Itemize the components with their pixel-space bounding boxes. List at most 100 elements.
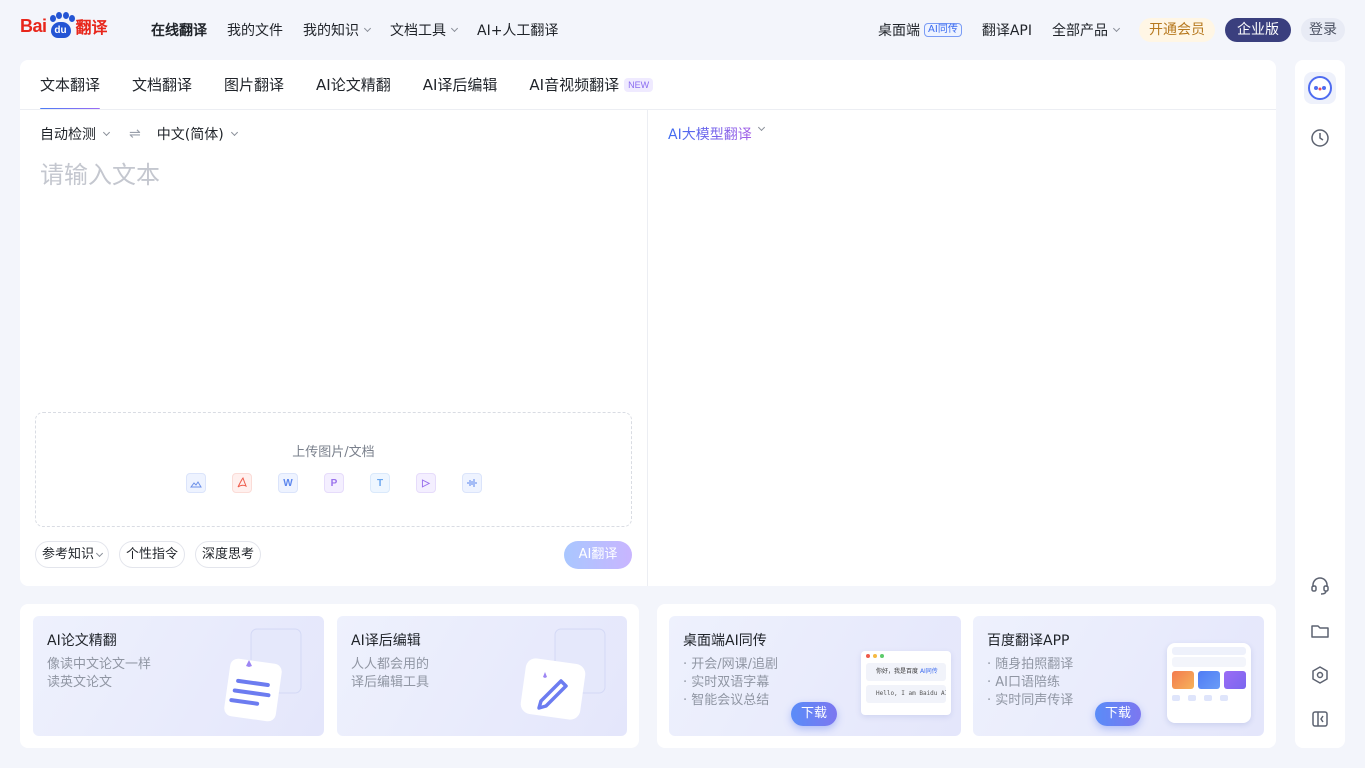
history-button[interactable] bbox=[1304, 122, 1336, 154]
login-button[interactable]: 登录 bbox=[1301, 18, 1345, 42]
tab-divider bbox=[20, 109, 1276, 110]
edit-pen-icon bbox=[520, 628, 606, 720]
option-label: 深度思考 bbox=[202, 547, 255, 562]
ppt-icon[interactable]: P bbox=[324, 473, 344, 493]
top-navbar: Bai du 翻译 在线翻译 我的文件 我的知识 文档工具 AI+人工翻译 桌面… bbox=[0, 0, 1365, 60]
file-type-icons: W P T ▷ bbox=[186, 473, 508, 493]
hexagon-settings-icon bbox=[1312, 666, 1328, 684]
vip-button[interactable]: 开通会员 bbox=[1139, 18, 1215, 42]
download-app-button[interactable]: 下载 bbox=[1095, 702, 1141, 726]
desktop-link[interactable]: 桌面端 AI同传 bbox=[878, 20, 962, 40]
word-icon[interactable]: W bbox=[278, 473, 298, 493]
promo-title: 桌面端AI同传 bbox=[683, 633, 767, 649]
promo-line: · 随身拍照翻译 bbox=[987, 657, 1074, 672]
video-icon[interactable]: ▷ bbox=[416, 473, 436, 493]
promo-ai-post-edit[interactable]: AI译后编辑 人人都会用的 译后编辑工具 bbox=[337, 616, 627, 736]
promo-line: 人人都会用的 bbox=[351, 657, 430, 672]
tab-ai-paper[interactable]: AI论文精翻 bbox=[316, 60, 391, 110]
swap-languages-icon[interactable]: ⇌ bbox=[129, 126, 141, 142]
tab-label: 文档翻译 bbox=[132, 76, 193, 94]
ai-features-panel: AI论文精翻 像读中文论文一样 读英文论文 AI译后编辑 人人都会用的 译后编辑… bbox=[20, 604, 639, 748]
collapse-icon bbox=[1312, 711, 1328, 727]
translate-options: 参考知识 个性指令 深度思考 bbox=[35, 541, 271, 568]
settings-button[interactable] bbox=[1304, 659, 1336, 691]
nav-my-knowledge[interactable]: 我的知识 bbox=[303, 20, 372, 40]
preview-text: 你好，我是百度 bbox=[876, 668, 919, 675]
logo-text-du: du bbox=[50, 22, 71, 38]
promo-desktop-app[interactable]: 桌面端AI同传 · 开会/网课/追剧 · 实时双语字幕 · 智能会议总结 你好，… bbox=[669, 616, 961, 736]
chevron-down-icon bbox=[230, 128, 238, 137]
tab-label: AI论文精翻 bbox=[316, 76, 391, 94]
tab-doc-translate[interactable]: 文档翻译 bbox=[132, 60, 192, 110]
promo-line: · 智能会议总结 bbox=[683, 693, 770, 708]
preview-chinese-line: 你好，我是百度 AI同传 bbox=[866, 663, 946, 681]
folder-button[interactable] bbox=[1304, 615, 1336, 647]
tab-ai-post-edit[interactable]: AI译后编辑 bbox=[423, 60, 498, 110]
promo-line: · AI口语陪练 bbox=[987, 675, 1060, 690]
promo-title: 百度翻译APP bbox=[987, 633, 1070, 649]
window-dots bbox=[866, 654, 884, 658]
promo-line: · 实时同声传译 bbox=[987, 693, 1074, 708]
enterprise-button[interactable]: 企业版 bbox=[1225, 18, 1291, 42]
source-language-select[interactable]: 自动检测 bbox=[40, 124, 111, 144]
image-icon[interactable] bbox=[186, 473, 206, 493]
nav-online-translate[interactable]: 在线翻译 bbox=[151, 20, 207, 40]
customer-service-button[interactable] bbox=[1304, 570, 1336, 602]
language-selector-row: 自动检测 ⇌ 中文(简体) bbox=[40, 124, 238, 144]
headset-icon bbox=[1311, 577, 1329, 595]
nav-ai-human-translate[interactable]: AI+人工翻译 bbox=[477, 20, 558, 40]
logo-text-name: 翻译 bbox=[75, 18, 108, 37]
audio-icon[interactable] bbox=[462, 473, 482, 493]
all-products-link[interactable]: 全部产品 bbox=[1052, 20, 1121, 40]
nav-label: 我的知识 bbox=[303, 23, 359, 39]
logo-text-bai: Bai bbox=[20, 15, 47, 36]
promo-line: · 开会/网课/追剧 bbox=[683, 657, 779, 672]
model-select[interactable]: AI大模型翻译 bbox=[668, 124, 752, 144]
tab-text-translate[interactable]: 文本翻译 bbox=[40, 60, 101, 110]
option-label: 个性指令 bbox=[126, 547, 179, 562]
deep-thinking-toggle[interactable]: 深度思考 bbox=[195, 541, 262, 568]
tab-label: AI音视频翻译 bbox=[529, 76, 620, 94]
nav-label: 在线翻译 bbox=[151, 23, 207, 39]
txt-icon[interactable]: T bbox=[370, 473, 390, 493]
nav-label: 我的文件 bbox=[227, 23, 283, 39]
promo-ai-paper[interactable]: AI论文精翻 像读中文论文一样 读英文论文 bbox=[33, 616, 324, 736]
tab-label: AI译后编辑 bbox=[422, 76, 498, 94]
tab-ai-av-translate[interactable]: AI音视频翻译 NEW bbox=[529, 60, 654, 110]
nav-label: AI+人工翻译 bbox=[477, 23, 559, 39]
custom-instruction-button[interactable]: 个性指令 bbox=[119, 541, 186, 568]
chevron-down-icon bbox=[1112, 24, 1121, 33]
collapse-sidebar-button[interactable] bbox=[1304, 703, 1336, 735]
download-desktop-button[interactable]: 下载 bbox=[791, 702, 837, 726]
reference-knowledge-select[interactable]: 参考知识 bbox=[35, 541, 110, 568]
promo-mobile-app[interactable]: 百度翻译APP · 随身拍照翻译 · AI口语陪练 · 实时同声传译 下载 bbox=[973, 616, 1264, 736]
target-language-select[interactable]: 中文(简体) bbox=[157, 124, 238, 144]
tab-image-translate[interactable]: 图片翻译 bbox=[224, 60, 284, 110]
promo-line: 像读中文论文一样 bbox=[47, 657, 152, 672]
promo-line: 读英文论文 bbox=[47, 675, 113, 690]
api-link[interactable]: 翻译API bbox=[982, 20, 1032, 40]
pdf-icon[interactable] bbox=[232, 473, 252, 493]
mobile-app-preview bbox=[1167, 643, 1251, 723]
upload-dropzone[interactable]: 上传图片/文档 W P T ▷ bbox=[35, 412, 632, 527]
paw-icon: du bbox=[48, 12, 75, 39]
nav-my-files[interactable]: 我的文件 bbox=[227, 20, 283, 40]
ai-translate-button[interactable]: AI翻译 bbox=[564, 541, 632, 569]
desktop-label: 桌面端 bbox=[878, 23, 921, 39]
tab-label: 文本翻译 bbox=[40, 76, 101, 94]
chevron-down-icon bbox=[95, 549, 104, 557]
preview-english-line: Hello, I am Baidu AI bbox=[866, 685, 946, 703]
ai-simul-tag: AI同传 bbox=[924, 23, 962, 37]
right-nav: 桌面端 AI同传 翻译API 全部产品 开通会员 企业版 登录 bbox=[878, 17, 1365, 43]
nav-doc-tools[interactable]: 文档工具 bbox=[390, 20, 459, 40]
paper-document-icon bbox=[224, 628, 302, 722]
promo-title: AI译后编辑 bbox=[351, 633, 421, 649]
right-toolbar bbox=[1295, 60, 1345, 748]
desktop-preview-mockup: 你好，我是百度 AI同传 Hello, I am Baidu AI bbox=[861, 651, 951, 715]
upload-label: 上传图片/文档 bbox=[292, 445, 375, 460]
ai-assistant-button[interactable] bbox=[1304, 72, 1336, 104]
preview-tag: AI同传 bbox=[919, 668, 938, 675]
promo-title: AI论文精翻 bbox=[47, 633, 117, 649]
source-text-input[interactable]: 请输入文本 bbox=[40, 155, 160, 190]
baidu-translate-logo[interactable]: Bai du 翻译 bbox=[20, 12, 108, 40]
